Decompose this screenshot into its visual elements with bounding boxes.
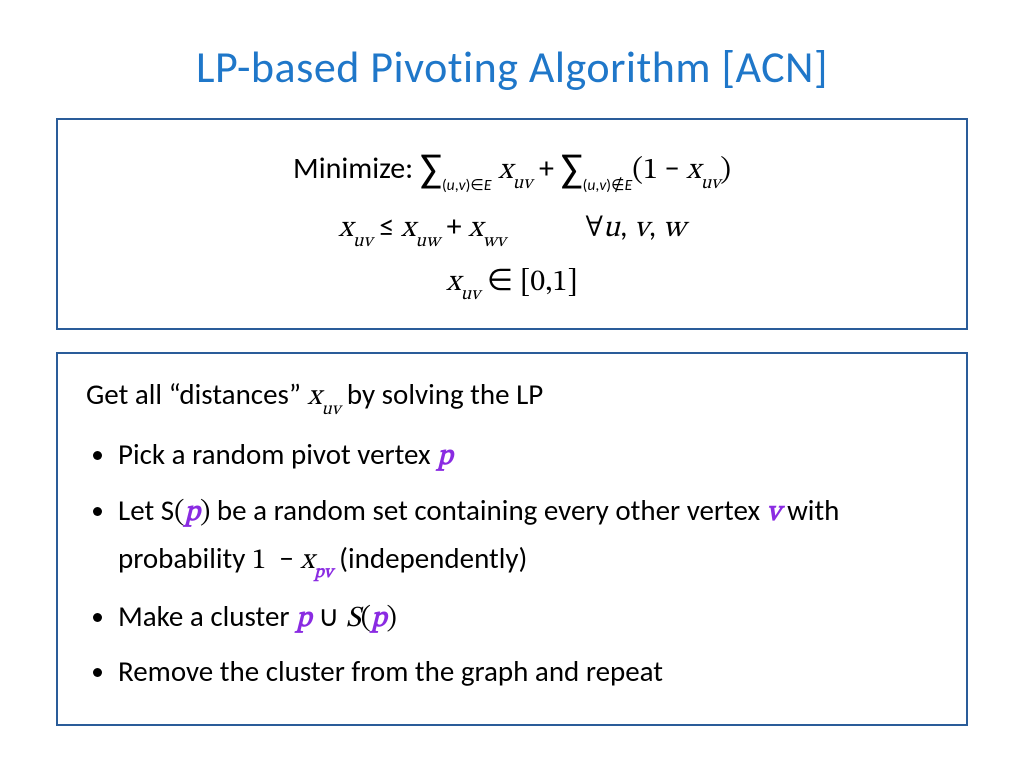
slide-title: LP-based Pivoting Algorithm [ACN] [56, 40, 968, 94]
list-item: Make a cluster p ∪ S(p) [118, 594, 938, 642]
minimize-label: Minimize: [293, 150, 413, 187]
lp-bounds: xuv ∈ [0,1] [82, 257, 942, 309]
algorithm-box: Get all “distances” xuv by solving the L… [56, 352, 968, 726]
list-item: Pick a random pivot vertex p [118, 432, 938, 480]
list-item: Let S(p) be a random set containing ever… [118, 488, 938, 586]
algorithm-intro: Get all “distances” xuv by solving the L… [86, 372, 938, 422]
lp-formulation-box: Minimize: ∑(u,v)∈E xuv + ∑(u,v)∉E(1 − xu… [56, 118, 968, 330]
list-item: Remove the cluster from the graph and re… [118, 649, 938, 694]
lp-constraint: xuv ≤ xuw + xwv∀u, v, w [82, 203, 942, 255]
lp-objective: Minimize: ∑(u,v)∈E xuv + ∑(u,v)∉E(1 − xu… [82, 136, 942, 201]
objective-expression: ∑(u,v)∈E xuv + ∑(u,v)∉E(1 − xuv) [420, 150, 731, 187]
slide: LP-based Pivoting Algorithm [ACN] Minimi… [0, 0, 1024, 768]
algorithm-steps: Pick a random pivot vertex p Let S(p) be… [86, 432, 938, 694]
